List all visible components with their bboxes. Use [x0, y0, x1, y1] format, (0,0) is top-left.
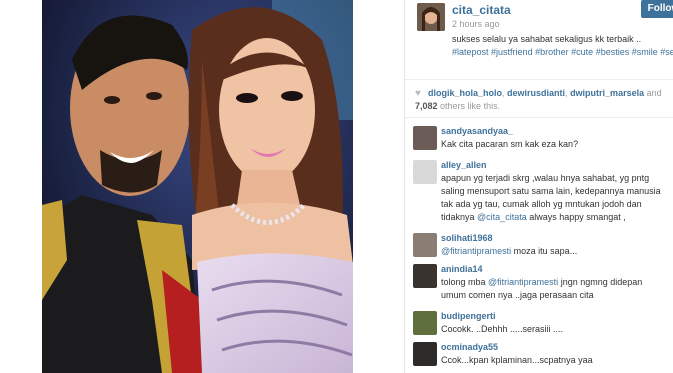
comment-text: Ccok...kpan kplaminan...scpatnya yaa [441, 355, 593, 365]
post-sidebar: cita_citata Follow 2 hours ago sukses se… [404, 0, 673, 373]
comment-text: Kak cita pacaran sm kak eza kan? [441, 139, 579, 149]
liker-username[interactable]: dlogik_hola_holo [428, 88, 502, 98]
post-header: cita_citata Follow 2 hours ago sukses se… [417, 0, 673, 77]
hashtag[interactable]: #justfriend [491, 47, 533, 57]
likes-and: and [646, 88, 662, 98]
liker-username[interactable]: dwiputri_marsela [570, 88, 644, 98]
hashtag[interactable]: #selfi [660, 47, 673, 57]
hashtag[interactable]: #brother [535, 47, 569, 57]
owner-username[interactable]: cita_citata [452, 3, 511, 17]
likes-summary: ♥ dlogik_hola_holo, dewirusdianti, dwiput… [415, 88, 662, 111]
comment-body: moza itu sapa... [511, 246, 578, 256]
divider [405, 79, 673, 80]
hashtag[interactable]: #smile [632, 47, 658, 57]
post-time: 2 hours ago [452, 19, 500, 29]
commenter-username[interactable]: alley_allen [441, 160, 487, 170]
mention-link[interactable]: @fitriantipramesti [441, 246, 511, 256]
caption-text: sukses selalu ya sahabat sekaligus kk te… [452, 34, 642, 44]
mention-link[interactable]: @cita_citata [477, 212, 527, 222]
commenter-avatar[interactable] [413, 342, 437, 366]
divider [405, 117, 673, 118]
post-caption: sukses selalu ya sahabat sekaligus kk te… [452, 33, 673, 59]
selfie-image [42, 0, 353, 373]
commenter-avatar[interactable] [413, 311, 437, 335]
hashtag[interactable]: #cute [571, 47, 593, 57]
commenter-username[interactable]: anindia14 [441, 264, 483, 274]
liker-username[interactable]: dewirusdianti [507, 88, 565, 98]
comment-body: tolong mba [441, 277, 489, 287]
commenter-avatar[interactable] [413, 264, 437, 288]
commenter-username[interactable]: solihati1968 [441, 233, 493, 243]
commenter-username[interactable]: ocminadya55 [441, 342, 498, 352]
likes-suffix: others like this. [440, 101, 501, 111]
comment-text: @fitriantipramesti moza itu sapa... [441, 245, 669, 258]
commenter-avatar[interactable] [413, 233, 437, 257]
commenter-avatar[interactable] [413, 160, 437, 184]
owner-avatar[interactable] [417, 3, 445, 31]
comment-body: always happy smangat , [526, 212, 626, 222]
likes-count[interactable]: 7,082 [415, 101, 438, 111]
follow-button[interactable]: Follow [641, 0, 673, 18]
photo-pane [0, 0, 404, 373]
comment-text: Cocokk. ..Dehhh .....serasiii .... [441, 324, 564, 334]
hashtag[interactable]: #latepost [452, 47, 489, 57]
heart-icon: ♥ [415, 88, 421, 99]
post-photo[interactable] [42, 0, 353, 373]
commenter-avatar[interactable] [413, 126, 437, 150]
comment-text: tolong mba @fitriantipramesti jngn ngmng… [441, 276, 669, 302]
comment-text: apapun yg terjadi skrg ,walau hnya sahab… [441, 172, 669, 224]
mention-link[interactable]: @fitriantipramesti [488, 277, 558, 287]
commenter-username[interactable]: sandyasandyaa_ [441, 126, 513, 136]
hashtag[interactable]: #besties [596, 47, 630, 57]
commenter-username[interactable]: budipengerti [441, 311, 496, 321]
